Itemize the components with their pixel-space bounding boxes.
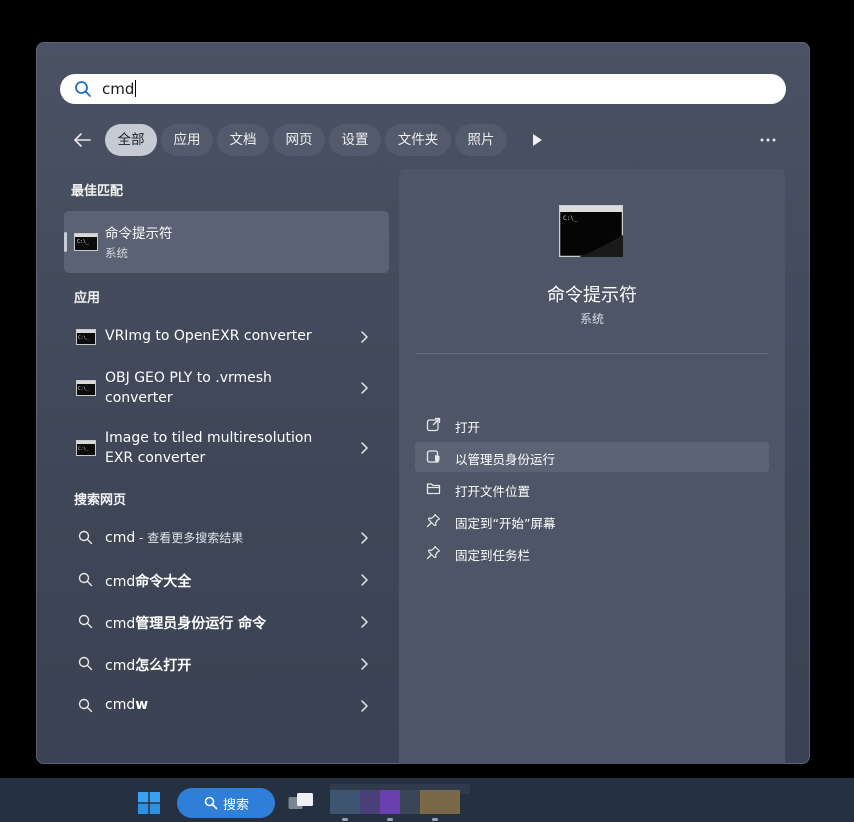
- web-result[interactable]: cmd怎么打开: [64, 644, 389, 684]
- chevron-right-icon[interactable]: [360, 616, 368, 628]
- preview-pane: C:\_ 命令提示符 系统 打开 以管理员身份运行 打开文件位置 固定到“开始”…: [399, 169, 785, 764]
- svg-text:C:\_: C:\_: [78, 335, 89, 341]
- svg-text:C:\_: C:\_: [563, 215, 578, 222]
- app-name: OBJ GEO PLY to .vrmesh converter: [105, 370, 272, 406]
- app-result-vrimg[interactable]: C:\_ VRImg to OpenEXR converter: [64, 322, 389, 352]
- search-box[interactable]: cmd: [60, 74, 786, 104]
- svg-text:C:\_: C:\_: [78, 386, 89, 392]
- chevron-right-icon[interactable]: [360, 700, 368, 712]
- command-prompt-icon: C:\_: [74, 233, 98, 251]
- web-result-text: cmd命令大全: [105, 574, 192, 590]
- chevron-right-icon[interactable]: [360, 382, 368, 394]
- best-match-heading: 最佳匹配: [71, 184, 124, 199]
- action-pin-to-start[interactable]: 固定到“开始”屏幕: [415, 506, 769, 536]
- chevron-right-icon[interactable]: [360, 532, 368, 544]
- running-indicator: [387, 818, 393, 821]
- action-run-as-admin[interactable]: 以管理员身份运行: [415, 442, 769, 472]
- preview-subtitle: 系统: [579, 312, 604, 326]
- svg-text:C:\_: C:\_: [77, 239, 90, 245]
- taskbar-app-icon[interactable]: [380, 790, 400, 814]
- search-icon: [78, 530, 93, 545]
- pin-icon: [426, 513, 441, 528]
- web-result[interactable]: cmd - 查看更多搜索结果: [64, 518, 389, 558]
- admin-shield-icon: [426, 450, 440, 463]
- app-name: Image to tiled multiresolution EXR conver…: [105, 430, 313, 466]
- chevron-right-icon[interactable]: [360, 442, 368, 454]
- best-match-subtitle: 系统: [105, 246, 128, 260]
- web-result-text: cmd - 查看更多搜索结果: [105, 530, 244, 546]
- filter-folders[interactable]: 文件夹: [385, 124, 451, 156]
- action-pin-to-taskbar[interactable]: 固定到任务栏: [415, 538, 769, 568]
- chevron-right-icon[interactable]: [360, 331, 368, 343]
- best-match-title: 命令提示符: [105, 226, 173, 242]
- search-input[interactable]: cmd: [102, 80, 137, 98]
- chevron-right-icon[interactable]: [360, 658, 368, 670]
- web-result[interactable]: cmd管理员身份运行 命令: [64, 602, 389, 642]
- pin-icon: [426, 545, 441, 560]
- action-open[interactable]: 打开: [415, 410, 769, 440]
- filter-web[interactable]: 网页: [273, 124, 325, 156]
- console-app-icon: C:\_: [76, 440, 96, 456]
- app-name: VRImg to OpenEXR converter: [105, 328, 312, 344]
- task-view-icon[interactable]: [288, 792, 314, 812]
- windows-start-icon[interactable]: [138, 792, 160, 814]
- taskbar-search-button[interactable]: 搜索: [177, 788, 275, 818]
- filter-photos[interactable]: 照片: [455, 124, 507, 156]
- app-result-exr-converter[interactable]: C:\_ Image to tiled multiresolution EXR c…: [64, 426, 389, 470]
- web-result-text: cmd管理员身份运行 命令: [105, 616, 267, 632]
- running-indicator: [432, 818, 438, 821]
- play-icon[interactable]: [530, 133, 544, 147]
- command-prompt-large-icon: C:\_: [559, 205, 623, 257]
- taskbar-app-icon[interactable]: [400, 790, 420, 814]
- web-result[interactable]: cmdw: [64, 686, 389, 726]
- console-app-icon: C:\_: [76, 380, 96, 396]
- web-search-heading: 搜索网页: [74, 493, 127, 508]
- chevron-right-icon[interactable]: [360, 574, 368, 586]
- taskbar-app-icon[interactable]: [330, 790, 360, 814]
- start-search-panel: cmd 全部 应用 文档 网页 设置 文件夹 照片 最佳匹配 C:\_ 命令提示…: [36, 42, 810, 764]
- back-arrow-icon[interactable]: [72, 130, 92, 150]
- open-external-icon: [426, 417, 441, 432]
- search-icon: [204, 796, 218, 810]
- running-indicator: [342, 818, 348, 821]
- filter-documents[interactable]: 文档: [217, 124, 269, 156]
- best-match-result[interactable]: C:\_ 命令提示符 系统: [64, 211, 389, 273]
- taskbar: 搜索: [0, 778, 854, 822]
- divider: [415, 353, 769, 354]
- more-options-icon[interactable]: [760, 138, 776, 142]
- search-icon: [78, 572, 93, 587]
- text-caret: [135, 80, 137, 97]
- folder-icon: [426, 483, 441, 495]
- search-icon: [78, 698, 93, 713]
- apps-heading: 应用: [74, 291, 101, 306]
- taskbar-app-icon[interactable]: [360, 790, 380, 814]
- search-icon: [78, 656, 93, 671]
- taskbar-app-icon[interactable]: [420, 790, 460, 814]
- search-icon: [78, 614, 93, 629]
- web-result-text: cmdw: [105, 697, 149, 713]
- filter-all[interactable]: 全部: [105, 124, 157, 156]
- web-result-text: cmd怎么打开: [105, 658, 192, 674]
- action-open-file-location[interactable]: 打开文件位置: [415, 474, 769, 504]
- web-result[interactable]: cmd命令大全: [64, 560, 389, 600]
- search-icon: [75, 81, 91, 97]
- app-result-obj-converter[interactable]: C:\_ OBJ GEO PLY to .vrmesh converter: [64, 366, 389, 410]
- selection-indicator: [64, 232, 67, 252]
- filter-settings[interactable]: 设置: [329, 124, 381, 156]
- console-app-icon: C:\_: [76, 329, 96, 345]
- filter-apps[interactable]: 应用: [161, 124, 213, 156]
- preview-title: 命令提示符: [547, 285, 637, 306]
- filter-bar: 全部 应用 文档 网页 设置 文件夹 照片: [36, 124, 810, 156]
- svg-text:C:\_: C:\_: [78, 446, 89, 452]
